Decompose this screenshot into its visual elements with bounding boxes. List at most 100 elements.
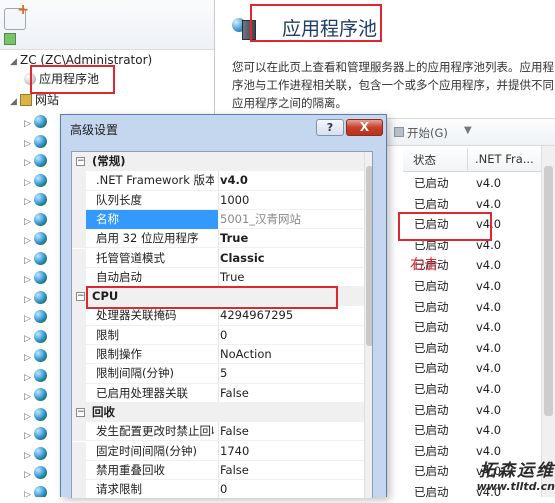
tree-site-node[interactable]: ▷ <box>24 406 47 424</box>
property-row[interactable]: 启用 32 位应用程序 True <box>72 229 364 249</box>
expand-icon[interactable]: ▷ <box>24 174 34 192</box>
expand-icon[interactable]: ▷ <box>24 271 34 289</box>
expand-icon[interactable]: ▷ <box>24 447 34 465</box>
tree-site-node[interactable]: ▷ <box>24 152 47 170</box>
table-row[interactable]: 已启动 v4.0 <box>403 420 555 441</box>
table-row[interactable]: 已启动 v4.0 <box>403 173 555 194</box>
property-row[interactable]: 禁用重叠回收 False <box>72 460 364 481</box>
property-row[interactable]: 已启用处理器关联 False <box>72 383 364 403</box>
table-row[interactable]: 已启动 v4.0 <box>403 235 555 256</box>
collapse-icon[interactable]: − <box>76 407 85 417</box>
property-row[interactable]: 名称 5001_汉青网站 <box>72 209 364 230</box>
tree-site-node[interactable]: ▷ <box>24 308 47 326</box>
property-value[interactable]: 5 <box>220 364 360 383</box>
property-grid-scrollbar[interactable] <box>364 152 372 498</box>
expand-icon[interactable]: ▷ <box>24 349 34 367</box>
collapse-icon[interactable]: − <box>76 157 85 166</box>
property-value[interactable]: 1000 <box>220 191 360 210</box>
scrollbar-thumb[interactable] <box>366 166 372 346</box>
tree-site-node[interactable]: ▷ <box>24 464 47 482</box>
property-row[interactable]: 固定时间间隔(分钟) 1740 <box>72 441 364 461</box>
table-row[interactable]: 已启动 v4.0 <box>403 276 555 297</box>
tree-site-node[interactable]: ▷ <box>24 230 47 248</box>
property-value[interactable]: True <box>220 229 360 248</box>
expand-icon[interactable]: ▷ <box>24 310 34 328</box>
tree-site-node[interactable]: ▷ <box>24 191 47 209</box>
property-row[interactable]: 自动启动 True <box>72 267 364 288</box>
property-value[interactable]: NoAction <box>220 345 360 364</box>
tree-site-node[interactable]: ▷ <box>24 289 47 307</box>
property-value[interactable]: 5001_汉青网站 <box>220 210 360 229</box>
property-value[interactable]: 1740 <box>220 442 360 461</box>
tree-site-node[interactable]: ▷ <box>24 367 47 385</box>
tree-site-node[interactable]: ▷ <box>24 172 47 190</box>
tree-site-node[interactable]: ▷ <box>24 269 47 287</box>
property-value[interactable]: False <box>220 384 360 403</box>
property-category[interactable]: − (常规) <box>72 152 364 172</box>
tree-site-node[interactable]: ▷ <box>24 484 47 498</box>
tree-sites-node[interactable]: ◢ 网站 <box>10 91 59 109</box>
expand-icon[interactable]: ▷ <box>24 193 34 211</box>
expand-icon[interactable]: ▷ <box>24 427 34 445</box>
expand-icon[interactable]: ▷ <box>24 135 34 153</box>
property-value[interactable]: 4294967295 <box>220 306 360 325</box>
expand-icon[interactable]: ▷ <box>24 115 34 133</box>
collapse-icon[interactable]: − <box>76 292 85 302</box>
table-row[interactable]: 已启动 v4.0 <box>403 297 555 318</box>
expand-icon[interactable]: ▷ <box>24 232 34 250</box>
expand-icon[interactable]: ▷ <box>24 330 34 348</box>
expand-icon[interactable]: ▷ <box>24 154 34 172</box>
table-row[interactable]: 已启动 v4.0 <box>403 317 555 338</box>
expand-icon[interactable]: ▷ <box>24 369 34 387</box>
expand-icon[interactable]: ▷ <box>24 252 34 270</box>
expand-icon[interactable]: ▷ <box>24 213 34 231</box>
table-row[interactable]: 已启动 v4.0 <box>403 358 555 379</box>
property-value[interactable]: True <box>220 268 360 287</box>
property-row[interactable]: 处理器关联掩码 4294967295 <box>72 306 364 326</box>
expand-icon[interactable]: ▷ <box>24 486 34 498</box>
tree-app-pools-node[interactable]: 应用程序池 <box>24 70 99 88</box>
table-row[interactable]: 已启动 v4.0 <box>403 214 555 235</box>
property-value[interactable]: False <box>220 422 360 441</box>
property-value[interactable]: 0 <box>220 480 360 498</box>
tree-site-node[interactable]: ▷ <box>24 445 47 463</box>
property-value[interactable]: 0 <box>220 326 360 345</box>
expand-icon[interactable]: ▷ <box>24 408 34 426</box>
table-row[interactable]: 已启动 v4.0 <box>403 338 555 359</box>
column-net-framework[interactable]: .NET Fra... <box>475 152 534 166</box>
expand-icon[interactable]: ▷ <box>24 388 34 406</box>
help-button[interactable]: ? <box>316 119 344 136</box>
close-button[interactable]: X <box>346 119 383 136</box>
property-category[interactable]: − 回收 <box>72 402 364 423</box>
tree-site-node[interactable]: ▷ <box>24 113 47 131</box>
table-row[interactable]: 已启动 v4.0 <box>403 379 555 400</box>
property-row[interactable]: 限制操作 NoAction <box>72 345 364 365</box>
new-connection-icon[interactable] <box>4 2 29 30</box>
grid-scrollbar[interactable] <box>541 146 555 497</box>
property-row[interactable]: 请求限制 0 <box>72 480 364 498</box>
table-row[interactable]: 已启动 v4.0 <box>403 194 555 215</box>
tree-site-node[interactable]: ▷ <box>24 211 47 229</box>
expand-icon[interactable]: ▷ <box>24 466 34 484</box>
save-connection-icon[interactable] <box>4 33 16 45</box>
property-row[interactable]: 限制 0 <box>72 325 364 345</box>
collapse-icon[interactable]: ◢ <box>10 93 20 111</box>
tree-site-node[interactable]: ▷ <box>24 250 47 268</box>
collapse-icon[interactable]: ◢ <box>10 53 20 71</box>
property-value[interactable]: v4.0 <box>220 171 360 190</box>
tree-server-node[interactable]: ◢ ZC (ZC\Administrator) <box>10 51 152 69</box>
scrollbar-thumb[interactable] <box>544 166 553 416</box>
property-row[interactable]: 限制间隔(分钟) 5 <box>72 364 364 384</box>
property-value[interactable]: Classic <box>220 249 360 268</box>
table-row[interactable]: 已启动 v4.0 <box>403 400 555 421</box>
start-button[interactable]: 开始(G) <box>407 125 448 141</box>
tree-site-node[interactable]: ▷ <box>24 425 47 443</box>
property-row[interactable]: 发生配置更改时禁止回收 False <box>72 422 364 442</box>
tree-site-node[interactable]: ▷ <box>24 347 47 365</box>
expand-icon[interactable]: ▷ <box>24 291 34 309</box>
column-status[interactable]: 状态 <box>413 152 436 168</box>
tree-site-node[interactable]: ▷ <box>24 328 47 346</box>
chevron-down-icon[interactable]: ▼ <box>464 125 472 136</box>
tree-site-node[interactable]: ▷ <box>24 386 47 404</box>
property-row[interactable]: 托管管道模式 Classic <box>72 248 364 268</box>
